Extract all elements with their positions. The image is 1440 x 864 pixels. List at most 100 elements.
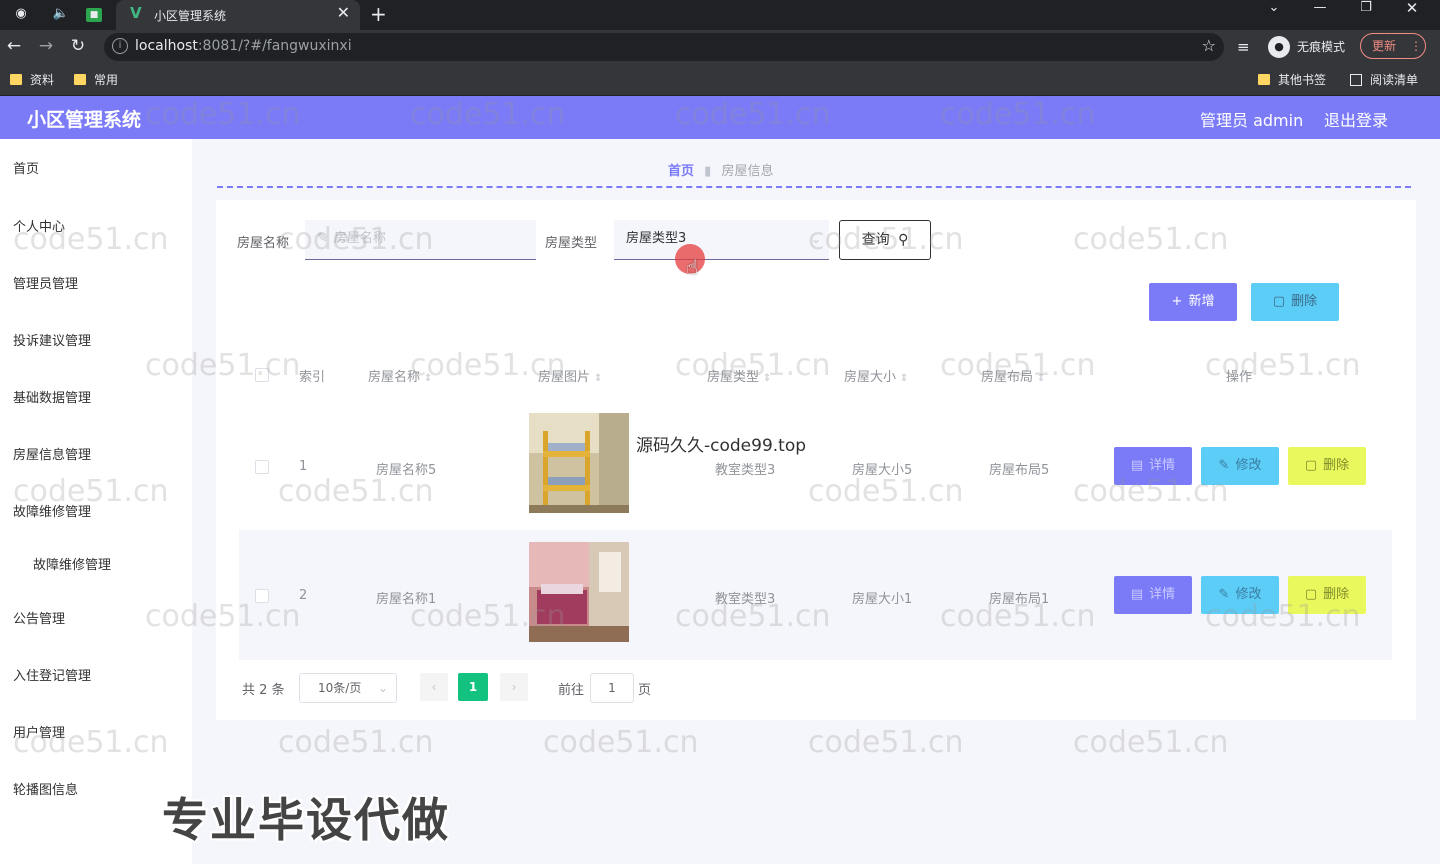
queue-icon[interactable]: ≡: [1237, 35, 1250, 59]
delete-button[interactable]: ▢ 删除: [1288, 447, 1366, 485]
cell-layout: 房屋布局5: [989, 463, 1050, 478]
detail-button[interactable]: ▤ 详情: [1114, 576, 1192, 614]
pencil-icon: ✎: [1218, 587, 1230, 602]
sort-icon[interactable]: ⇕: [594, 373, 602, 384]
bookmark-folder[interactable]: 资料: [10, 71, 54, 88]
trash-icon: ▢: [1272, 294, 1286, 309]
edit-icon: ✎: [317, 231, 328, 246]
column-header-image[interactable]: 房屋图片 ⇕: [538, 366, 602, 385]
incognito-icon[interactable]: ●: [1268, 36, 1290, 58]
favicon-icon[interactable]: ■: [86, 8, 102, 22]
sort-icon[interactable]: ⇕: [900, 373, 908, 384]
prev-page-button[interactable]: ‹: [420, 673, 448, 701]
row-checkbox[interactable]: [255, 589, 269, 603]
column-label: 房屋名称: [368, 370, 421, 385]
detail-button[interactable]: ▤ 详情: [1114, 447, 1192, 485]
chrome-icon[interactable]: ◉: [8, 3, 34, 25]
promo-overlay-text: 专业毕设代做: [162, 793, 450, 847]
incognito-label: 无痕模式: [1297, 40, 1346, 54]
window-close-icon[interactable]: ✕: [1392, 0, 1432, 26]
page-number-current[interactable]: 1: [458, 673, 488, 701]
cell-size: 房屋大小5: [852, 463, 913, 478]
current-user: 管理员 admin: [1200, 111, 1304, 130]
more-icon[interactable]: ⋮: [1410, 39, 1422, 53]
sort-icon[interactable]: ⇕: [1037, 373, 1045, 384]
sidebar-item-admins[interactable]: 管理员管理: [13, 273, 78, 292]
logout-link[interactable]: 退出登录: [1324, 107, 1388, 131]
tab-search-icon[interactable]: ⌄: [1254, 0, 1294, 26]
breadcrumb-separator-icon: ▮: [704, 164, 712, 179]
bookmark-folder[interactable]: 常用: [74, 71, 118, 88]
row-checkbox[interactable]: [255, 460, 269, 474]
edit-button[interactable]: ✎ 修改: [1201, 576, 1279, 614]
cell-index: 1: [299, 459, 308, 474]
delete-button[interactable]: ▢ 删除: [1288, 576, 1366, 614]
restore-icon[interactable]: ❐: [1346, 0, 1386, 26]
cell-name: 房屋名称5: [376, 463, 437, 478]
cell-type: 教室类型3: [715, 592, 776, 607]
update-label: 更新: [1372, 39, 1397, 53]
column-header-layout[interactable]: 房屋布局 ⇕: [981, 366, 1045, 385]
sidebar-item-users[interactable]: 用户管理: [13, 722, 65, 741]
url-field[interactable]: i localhost:8081/?#/fangwuxinxi ☆: [104, 33, 1224, 61]
new-tab-icon[interactable]: +: [370, 0, 387, 28]
forward-icon[interactable]: →: [34, 35, 58, 59]
back-icon[interactable]: ←: [2, 35, 26, 59]
sidebar-item-complaints[interactable]: 投诉建议管理: [13, 330, 91, 349]
audio-icon[interactable]: 🔈: [48, 3, 74, 25]
sidebar-item-repairs[interactable]: 故障维修管理: [13, 501, 91, 520]
bookmark-label: 常用: [94, 73, 119, 87]
sidebar-item-carousel[interactable]: 轮播图信息: [13, 779, 78, 798]
cell-layout: 房屋布局1: [989, 592, 1050, 607]
sidebar-item-base-data[interactable]: 基础数据管理: [13, 387, 91, 406]
browser-tab-active[interactable]: V 小区管理系统 ✕: [116, 0, 360, 30]
goto-page-input[interactable]: 1: [590, 673, 634, 703]
other-bookmarks[interactable]: 其他书签: [1258, 71, 1326, 88]
bookmark-star-icon[interactable]: ☆: [1202, 36, 1216, 55]
house-name-placeholder: 房屋名称: [333, 231, 386, 246]
detail-label: 详情: [1149, 458, 1176, 473]
house-image: [529, 542, 629, 642]
select-all-checkbox[interactable]: [255, 368, 269, 382]
next-page-button[interactable]: ›: [500, 673, 528, 701]
vue-logo-icon: V: [130, 4, 142, 22]
page-size-select[interactable]: 10条/页 ⌄: [299, 673, 397, 703]
batch-delete-button[interactable]: ▢ 删除: [1251, 283, 1339, 321]
close-icon[interactable]: ✕: [337, 3, 350, 22]
update-button[interactable]: 更新 ⋮: [1360, 33, 1426, 59]
browser-tab-strip: ◉ 🔈 ■ V 小区管理系统 ✕ + ⌄ — ❐ ✕: [0, 0, 1440, 30]
query-button[interactable]: 查询 ⚲: [839, 220, 931, 260]
cell-type: 教室类型3: [715, 463, 776, 478]
query-label: 查询: [861, 232, 890, 248]
edit-label: 修改: [1235, 587, 1262, 602]
sidebar-subitem-repairs[interactable]: 故障维修管理: [33, 554, 111, 573]
column-header-size[interactable]: 房屋大小 ⇕: [844, 366, 908, 385]
trash-icon: ▢: [1304, 587, 1318, 602]
folder-icon: [1258, 74, 1270, 85]
plus-icon: +: [1171, 294, 1183, 309]
house-type-value: 房屋类型3: [626, 231, 687, 246]
reading-list[interactable]: 阅读清单: [1350, 71, 1418, 88]
sort-icon[interactable]: ⇕: [424, 373, 432, 384]
minimize-icon[interactable]: —: [1300, 0, 1340, 26]
sidebar-item-profile[interactable]: 个人中心: [13, 216, 65, 235]
breadcrumb-current: 房屋信息: [721, 164, 774, 179]
sidebar-item-home[interactable]: 首页: [13, 158, 39, 177]
bookmark-label: 其他书签: [1278, 73, 1327, 87]
column-header-type[interactable]: 房屋类型 ⇕: [707, 366, 771, 385]
reload-icon[interactable]: ↻: [66, 35, 90, 59]
sidebar-item-checkin[interactable]: 入住登记管理: [13, 665, 91, 684]
reading-list-icon: [1350, 74, 1362, 86]
info-icon[interactable]: i: [112, 38, 128, 54]
house-name-label: 房屋名称: [237, 236, 290, 251]
breadcrumb-home[interactable]: 首页: [668, 164, 694, 179]
sidebar-item-houses[interactable]: 房屋信息管理: [13, 444, 91, 463]
trash-icon: ▢: [1304, 458, 1318, 473]
house-type-select[interactable]: 房屋类型3 ⌄: [614, 220, 829, 260]
column-header-name[interactable]: 房屋名称 ⇕: [368, 366, 432, 385]
sort-icon[interactable]: ⇕: [763, 373, 771, 384]
add-button[interactable]: + 新增: [1149, 283, 1237, 321]
sidebar-item-notices[interactable]: 公告管理: [13, 608, 65, 627]
house-name-input[interactable]: ✎ 房屋名称: [305, 220, 536, 260]
edit-button[interactable]: ✎ 修改: [1201, 447, 1279, 485]
